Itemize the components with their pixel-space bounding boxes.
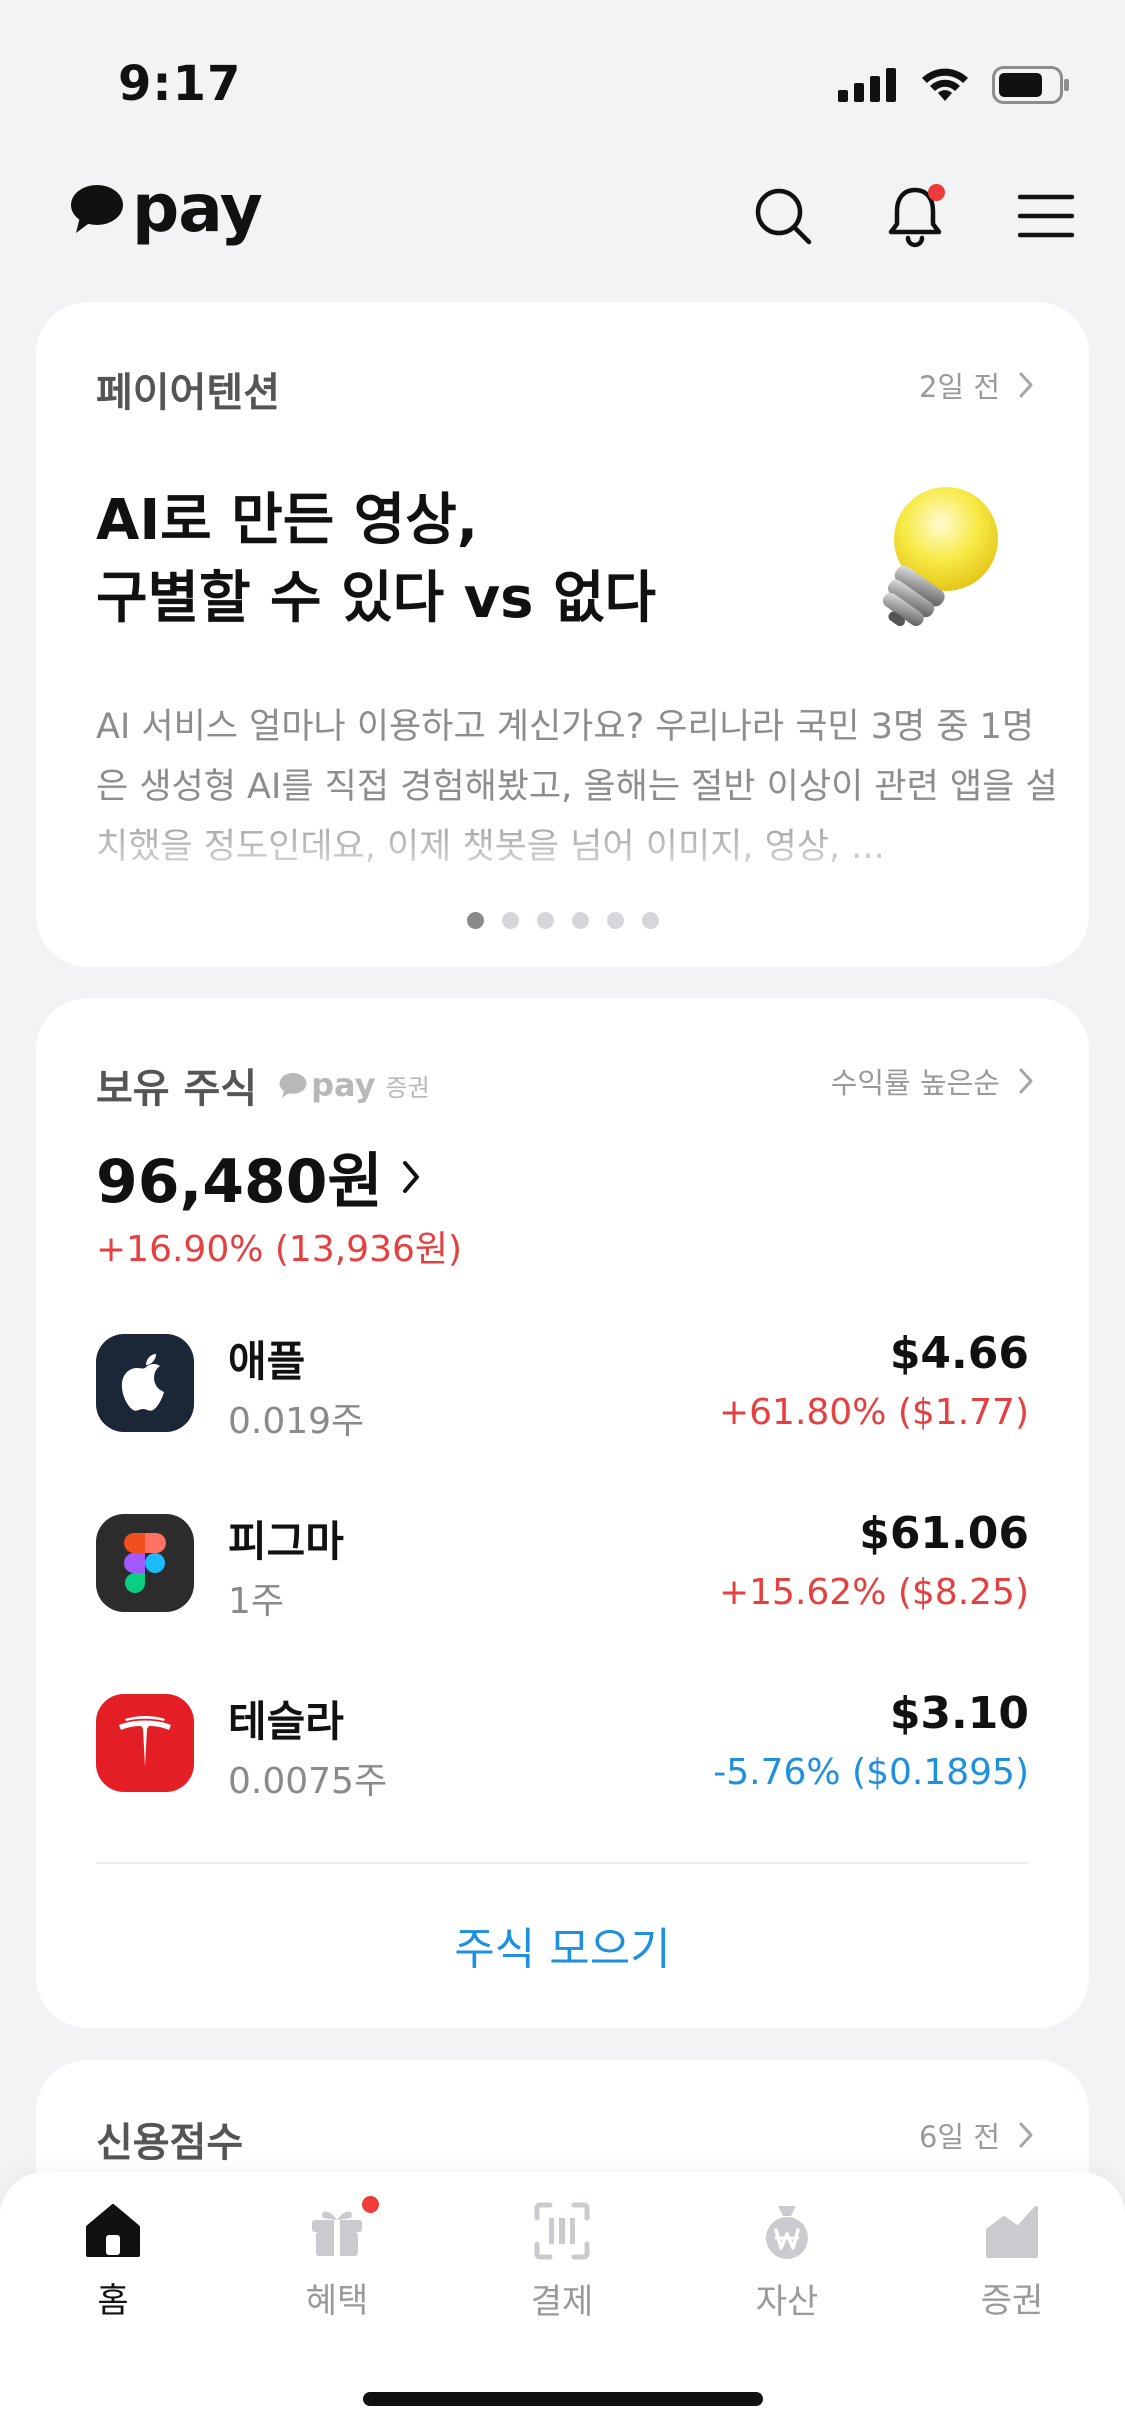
- benefits-badge: [362, 2196, 379, 2213]
- headline-line: 구별할 수 있다 vs 없다: [96, 566, 656, 631]
- stock-change: +15.62% ($8.25): [718, 1572, 1029, 1613]
- tab-label: 결제: [530, 2282, 594, 2322]
- gift-icon: [305, 2196, 379, 2259]
- tab-securities[interactable]: 증권: [937, 2202, 1087, 2322]
- carousel-dot[interactable]: [641, 912, 659, 929]
- holdings-card: 보유 주식 pay 증권 수익률 높은순 96,480원 +16.90% (13…: [36, 998, 1089, 2028]
- card-title: 신용점수: [96, 2120, 244, 2166]
- logo-text: pay: [132, 170, 263, 247]
- headline-line: AI로 만든 영상,: [96, 488, 479, 553]
- total-value: 96,480원: [96, 1147, 383, 1217]
- hamburger-menu-icon: [1018, 194, 1074, 238]
- article-preview: AI 서비스 얼마나 이용하고 계신가요? 우리나라 국민 3명 중 1명은 생…: [96, 707, 1058, 867]
- wifi-icon: [922, 68, 968, 101]
- carousel-dot[interactable]: [536, 912, 554, 929]
- sort-label: 수익률 높은순: [830, 1066, 1000, 1100]
- app-header: pay: [0, 150, 1125, 285]
- stock-change: +61.80% ($1.77): [718, 1392, 1029, 1433]
- sort-button[interactable]: 수익률 높은순: [831, 1060, 1034, 1102]
- total-change: +16.90% (13,936원): [96, 1229, 463, 1270]
- tab-payment[interactable]: 결제: [487, 2202, 637, 2322]
- tab-label: 증권: [980, 2281, 1044, 2321]
- collect-stocks-button[interactable]: 주식 모으기: [36, 1913, 1089, 1977]
- divider: [96, 1862, 1029, 1864]
- carousel-dot[interactable]: [606, 912, 624, 929]
- article-headline[interactable]: AI로 만든 영상, 구별할 수 있다 vs 없다: [96, 482, 856, 638]
- stock-quantity: 0.019주: [228, 1401, 365, 1442]
- status-time: 9:17: [118, 56, 242, 112]
- stock-price: $4.66: [889, 1328, 1029, 1379]
- stock-row-apple[interactable]: 애플 0.019주 $4.66 +61.80% ($1.77): [96, 1320, 1029, 1450]
- cellular-signal-icon: [838, 68, 896, 102]
- card-header: 페이어텐션 2일 전: [96, 360, 1034, 420]
- card-title: 보유 주식: [96, 1066, 258, 1112]
- tab-label: 홈: [97, 2281, 129, 2321]
- pay-securities-badge: pay 증권: [279, 1066, 430, 1104]
- notification-button[interactable]: [879, 180, 951, 252]
- card-meta[interactable]: 2일 전: [919, 364, 1034, 406]
- chevron-right-icon: [1019, 1068, 1033, 1094]
- battery-icon: [992, 66, 1069, 104]
- stock-name: 피그마: [228, 1517, 344, 1566]
- menu-button[interactable]: [1010, 180, 1082, 252]
- card-meta[interactable]: 6일 전: [919, 2114, 1034, 2156]
- carousel-dot[interactable]: [501, 912, 519, 929]
- tab-label: 자산: [755, 2282, 819, 2322]
- card-header: 신용점수 6일 전: [96, 2110, 1034, 2170]
- total-value-link[interactable]: 96,480원: [96, 1133, 421, 1220]
- stock-name: 애플: [228, 1337, 306, 1386]
- card-timestamp: 2일 전: [918, 370, 1000, 404]
- provider-sub: 증권: [385, 1073, 430, 1102]
- home-indicator: [363, 2392, 763, 2406]
- status-bar: 9:17: [0, 0, 1125, 150]
- carousel-dot[interactable]: [571, 912, 589, 929]
- stock-change: -5.76% ($0.1895): [713, 1752, 1029, 1793]
- chart-icon: [980, 2202, 1044, 2259]
- carousel-indicator: [36, 912, 1089, 929]
- carousel-dot[interactable]: [466, 912, 484, 929]
- provider-name: pay: [311, 1066, 376, 1104]
- card-header: 보유 주식 pay 증권 수익률 높은순: [96, 1056, 1034, 1116]
- search-button[interactable]: [747, 180, 819, 252]
- chevron-right-icon: [1019, 2122, 1033, 2148]
- chevron-right-icon: [402, 1160, 419, 1193]
- stock-quantity: 1주: [228, 1581, 285, 1622]
- chevron-right-icon: [1019, 372, 1033, 398]
- home-icon: [81, 2202, 145, 2259]
- status-icons: [838, 66, 1070, 104]
- stock-price: $61.06: [859, 1508, 1029, 1559]
- tab-assets[interactable]: 자산: [712, 2202, 862, 2322]
- card-title: 페이어텐션: [96, 370, 280, 416]
- apple-icon: [96, 1334, 194, 1432]
- card-timestamp: 6일 전: [918, 2120, 1000, 2154]
- search-icon: [755, 188, 812, 245]
- figma-icon: [96, 1514, 194, 1612]
- speech-bubble-icon: [279, 1072, 307, 1098]
- notification-badge: [928, 184, 945, 201]
- stock-row-figma[interactable]: 피그마 1주 $61.06 +15.62% ($8.25): [96, 1500, 1029, 1630]
- lightbulb-icon: [882, 487, 998, 627]
- kakaopay-logo[interactable]: pay: [70, 170, 263, 247]
- tab-label: 혜택: [305, 2281, 369, 2321]
- stock-quantity: 0.0075주: [228, 1761, 388, 1802]
- pay-attention-card[interactable]: 페이어텐션 2일 전 AI로 만든 영상, 구별할 수 있다 vs 없다 AI …: [36, 302, 1089, 967]
- stock-row-tesla[interactable]: 테슬라 0.0075주 $3.10 -5.76% ($0.1895): [96, 1680, 1029, 1810]
- stock-price: $3.10: [889, 1688, 1029, 1739]
- money-bag-icon: [755, 2202, 819, 2260]
- stock-name: 테슬라: [228, 1697, 344, 1746]
- speech-bubble-icon: [71, 184, 123, 233]
- tab-benefits[interactable]: 혜택: [262, 2196, 412, 2322]
- tab-home[interactable]: 홈: [38, 2202, 188, 2322]
- barcode-scan-icon: [530, 2202, 594, 2260]
- tesla-icon: [96, 1694, 194, 1792]
